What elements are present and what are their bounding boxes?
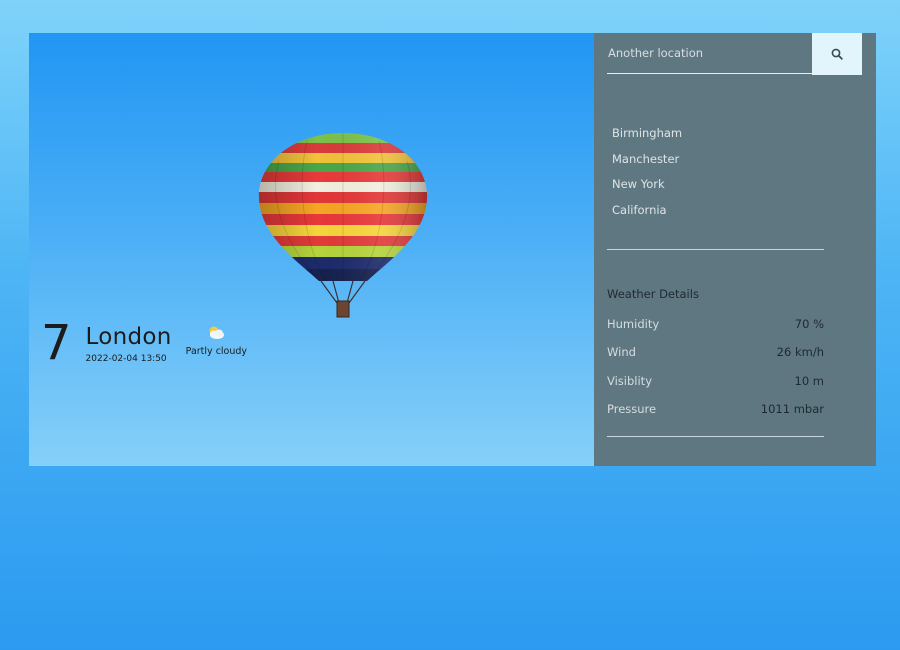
hot-air-balloon-image (258, 133, 428, 318)
detail-label: Pressure (607, 401, 657, 416)
divider (607, 249, 824, 250)
date-time: 2022-02-04 13:50 (85, 354, 167, 364)
location-list: Birmingham Manchester New York Californi… (612, 121, 682, 223)
location-item-manchester[interactable]: Manchester (612, 147, 682, 173)
current-weather: 7 London 2022-02-04 13:50 Partly cloudy (41, 317, 247, 367)
condition-text: Partly cloudy (185, 346, 248, 357)
detail-row-wind: Wind 26 km/h (607, 338, 824, 366)
weather-app: 7 London 2022-02-04 13:50 Partly cloudy (29, 33, 876, 466)
partly-cloudy-icon (209, 326, 224, 339)
side-panel: Birmingham Manchester New York Californi… (594, 33, 876, 466)
detail-row-visibility: Visiblity 10 m (607, 367, 824, 395)
search-button[interactable] (812, 33, 862, 75)
detail-label: Visiblity (607, 373, 653, 388)
detail-value: 26 km/h (776, 345, 824, 360)
main-panel: 7 London 2022-02-04 13:50 Partly cloudy (29, 33, 594, 466)
temperature: 7 (41, 315, 72, 371)
location-search-input[interactable] (607, 33, 812, 74)
search-icon (831, 48, 843, 60)
city-name: London (85, 324, 172, 350)
location-item-birmingham[interactable]: Birmingham (612, 121, 682, 147)
weather-details: Humidity 70 % Wind 26 km/h Visiblity 10 … (607, 310, 824, 423)
detail-label: Wind (607, 345, 636, 360)
divider (607, 436, 824, 437)
location-item-new-york[interactable]: New York (612, 172, 682, 198)
detail-row-pressure: Pressure 1011 mbar (607, 395, 824, 423)
detail-value: 70 % (794, 317, 824, 331)
details-title: Weather Details (607, 287, 699, 301)
detail-row-humidity: Humidity 70 % (607, 310, 824, 338)
detail-value: 1011 mbar (760, 401, 824, 416)
detail-value: 10 m (794, 373, 825, 388)
detail-label: Humidity (607, 317, 660, 331)
search-bar (607, 33, 863, 75)
location-item-california[interactable]: California (612, 198, 682, 224)
